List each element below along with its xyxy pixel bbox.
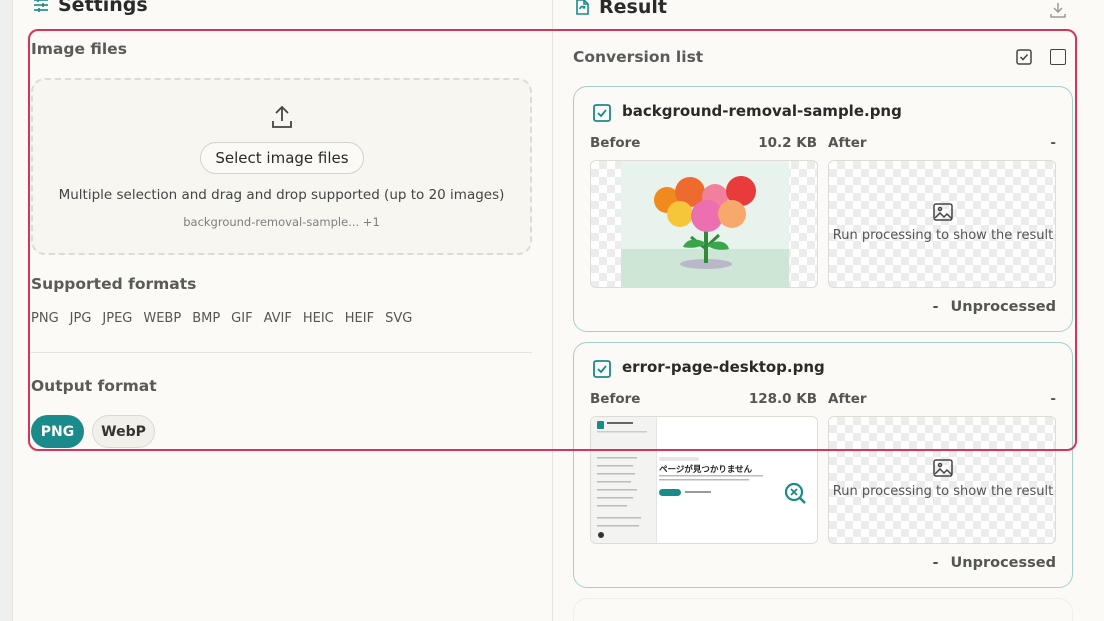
image-placeholder-icon <box>933 203 953 221</box>
before-label: Before <box>590 391 641 407</box>
placeholder-text: Run processing to show the result <box>832 484 1054 499</box>
error-page-screenshot: ページが見つかりません <box>591 417 817 543</box>
item-file-name: background-removal-sample.png <box>622 102 902 120</box>
conversion-list-title: Conversion list <box>573 48 704 66</box>
window-edge <box>0 0 12 621</box>
output-format-label: Output format <box>31 377 157 395</box>
result-title: Result <box>599 0 667 18</box>
item-status: - Unprocessed <box>932 299 1056 315</box>
status-text: Unprocessed <box>950 555 1057 571</box>
before-thumbnail <box>590 160 818 288</box>
screenshot-content <box>597 421 806 538</box>
check-all-icon[interactable] <box>1016 49 1032 65</box>
before-label: Before <box>590 135 641 151</box>
format-item: HEIC <box>302 311 334 326</box>
status-value: - <box>932 555 939 571</box>
after-thumbnail: Run processing to show the result <box>828 416 1056 544</box>
after-label: After <box>828 135 867 151</box>
download-icon[interactable] <box>1048 0 1068 20</box>
after-label: After <box>828 391 867 407</box>
item-status: - Unprocessed <box>932 555 1056 571</box>
item-checkbox-checked-icon[interactable] <box>593 104 611 122</box>
supported-formats-list: PNG JPG JPEG WEBP BMP GIF AVIF HEIC HEIF… <box>31 311 423 326</box>
image-placeholder-icon <box>933 459 953 477</box>
format-item: HEIF <box>344 311 375 326</box>
selected-files-summary: background-removal-sample... +1 <box>183 215 380 229</box>
flower-bouquet-image <box>654 176 756 269</box>
result-header: Result <box>573 0 667 18</box>
after-size: - <box>1050 135 1056 151</box>
sliders-icon <box>34 0 48 12</box>
select-image-files-button[interactable]: Select image files <box>200 142 364 174</box>
settings-title: Settings <box>58 0 148 16</box>
image-files-label: Image files <box>31 40 127 58</box>
format-item: GIF <box>231 311 253 326</box>
settings-header: Settings <box>32 0 148 16</box>
status-text: Unprocessed <box>950 299 1057 315</box>
format-item: JPEG <box>102 311 133 326</box>
uncheck-all-icon[interactable] <box>1050 49 1066 65</box>
before-size: 10.2 KB <box>758 135 817 151</box>
before-size: 128.0 KB <box>748 391 817 407</box>
conversion-item: error-page-desktop.png Before 128.0 KB A… <box>573 342 1073 588</box>
divider <box>31 352 532 353</box>
screenshot-heading: ページが見つかりません <box>659 465 753 475</box>
after-size: - <box>1050 391 1056 407</box>
upload-icon <box>272 105 292 128</box>
drop-help-text: Multiple selection and drag and drop sup… <box>58 187 505 203</box>
output-format-png[interactable]: PNG <box>31 415 84 448</box>
format-item: AVIF <box>263 311 292 326</box>
item-checkbox-checked-icon[interactable] <box>593 360 611 378</box>
before-thumbnail: ページが見つかりません <box>590 416 818 544</box>
format-item: JPG <box>69 311 92 326</box>
supported-formats-label: Supported formats <box>31 275 197 293</box>
conversion-item: background-removal-sample.png Before 10.… <box>573 86 1073 332</box>
status-value: - <box>932 299 939 315</box>
after-thumbnail: Run processing to show the result <box>828 160 1056 288</box>
format-item: BMP <box>192 311 221 326</box>
format-item: SVG <box>385 311 413 326</box>
file-convert-icon <box>576 0 589 15</box>
conversion-item-partial <box>573 598 1073 621</box>
output-format-webp[interactable]: WebP <box>92 415 155 448</box>
format-item: WEBP <box>143 311 182 326</box>
placeholder-text: Run processing to show the result <box>832 228 1054 243</box>
item-file-name: error-page-desktop.png <box>622 358 825 376</box>
format-item: PNG <box>31 311 59 326</box>
